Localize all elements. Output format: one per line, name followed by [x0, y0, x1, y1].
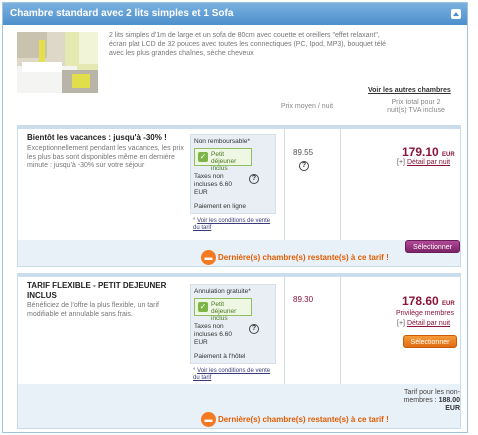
total-price: 178.60 EUR	[402, 294, 455, 308]
taxes-info: Taxes non incluses 6.60 EUR ?	[194, 173, 272, 197]
col-price-night-header: Prix moyen / nuit	[280, 103, 334, 110]
offer-card-2: TARIF FLEXIBLE - PETIT DEJEUNER INCLUS B…	[17, 273, 461, 429]
price-per-night: 89.55	[293, 148, 314, 157]
help-icon[interactable]: ?	[249, 324, 259, 334]
terms-link[interactable]: ° Voir les conditions de vente du tarif	[193, 368, 273, 382]
see-other-rooms-link[interactable]: Voir les autres chambres	[368, 87, 451, 94]
detail-per-night[interactable]: [+] Détail par nuit	[397, 159, 450, 166]
breakfast-badge: ✓ Petit déjeuner inclus	[194, 148, 252, 172]
room-description: 2 lits simples d'1m de large et un sofa …	[109, 32, 387, 57]
offer-description: Exceptionnellement pendant les vacances,…	[27, 145, 184, 169]
col-price-total-header: Prix total pour 2 nuit(s) TVA incluse	[387, 99, 445, 114]
cancellation-policy: Non remboursable*	[194, 138, 251, 145]
check-icon: ✓	[198, 152, 208, 162]
payment-mode: Paiement à l'hôtel	[194, 353, 246, 360]
check-icon: ✓	[198, 302, 208, 312]
room-header[interactable]: Chambre standard avec 2 lits simples et …	[3, 3, 467, 25]
taxes-info: Taxes non incluses 6.60 EUR ?	[194, 323, 272, 347]
non-member-price: Tarif pour les non-membres : 188.00 EUR	[403, 389, 460, 412]
total-price: 179.10 EUR	[402, 145, 455, 159]
offer-title: TARIF FLEXIBLE - PETIT DEJEUNER INCLUS	[27, 281, 167, 300]
price-per-night: 89.30	[293, 295, 314, 304]
member-price-label: Privilège membres	[396, 310, 454, 317]
collapse-arrow-icon[interactable]	[451, 9, 461, 19]
offer-title: Bientôt les vacances : jusqu'à -30% !	[27, 133, 167, 142]
room-title: Chambre standard avec 2 lits simples et …	[10, 8, 234, 19]
offer-conditions: Non remboursable* ✓ Petit déjeuner inclu…	[190, 134, 276, 214]
help-icon[interactable]: ?	[299, 161, 309, 171]
terms-link[interactable]: ° Voir les conditions de vente du tarif	[193, 218, 273, 232]
select-button[interactable]: Sélectionner	[403, 335, 457, 348]
breakfast-badge: ✓ Petit déjeuner inclus	[194, 298, 252, 322]
cancellation-policy: Annulation gratuite*	[194, 288, 251, 295]
help-icon[interactable]: ?	[249, 174, 259, 184]
offer-conditions: Annulation gratuite* ✓ Petit déjeuner in…	[190, 284, 276, 364]
last-rooms-warning: ▬ Dernière(s) chambre(s) restante(s) à c…	[201, 412, 389, 427]
offer-description: Bénéficiez de l'offre la plus flexible, …	[27, 302, 159, 318]
last-rooms-warning: ▬ Dernière(s) chambre(s) restante(s) à c…	[201, 250, 389, 265]
bed-icon: ▬	[201, 412, 216, 427]
payment-mode: Paiement en ligne	[194, 203, 247, 210]
room-panel: Chambre standard avec 2 lits simples et …	[2, 2, 468, 433]
offer-card-1: Bientôt les vacances : jusqu'à -30% ! Ex…	[17, 125, 461, 267]
detail-per-night[interactable]: [+] Détail par nuit	[397, 320, 450, 327]
room-photo[interactable]	[17, 32, 98, 93]
select-button[interactable]: Sélectionner	[405, 240, 460, 253]
bed-icon: ▬	[201, 250, 216, 265]
